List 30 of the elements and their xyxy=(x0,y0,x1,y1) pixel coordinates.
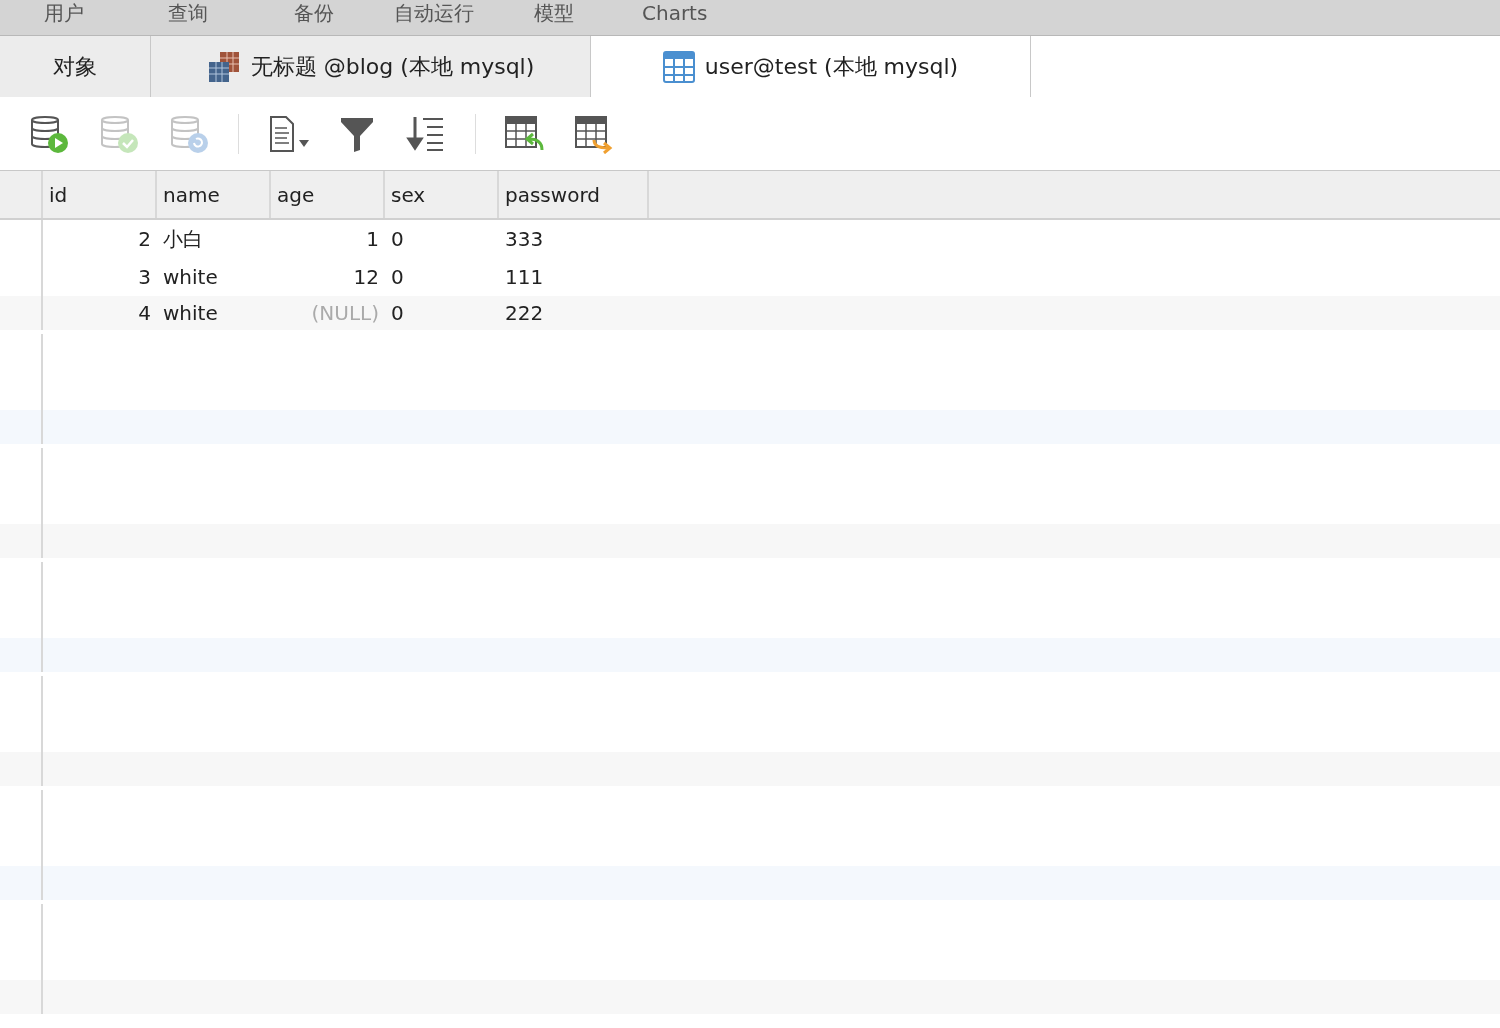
column-header[interactable]: age xyxy=(271,171,385,218)
table-cell-text: (NULL) xyxy=(310,300,380,327)
table-cell-text: 222 xyxy=(504,300,545,327)
menu-item[interactable]: 自动运行 xyxy=(394,0,474,26)
table-cell-text: 0 xyxy=(390,300,405,327)
table-cell-text: 333 xyxy=(504,226,545,253)
table-icon xyxy=(662,50,695,83)
column-header[interactable]: password xyxy=(499,171,649,218)
table-cell-text: 12 xyxy=(352,264,380,291)
tab[interactable]: 对象 xyxy=(0,36,151,97)
table-cell-text: 3 xyxy=(137,264,152,291)
table-cell-text: white xyxy=(162,264,219,291)
table-cell-text: 4 xyxy=(137,300,152,327)
table-cell-text: 0 xyxy=(390,226,405,253)
column-header[interactable]: sex xyxy=(385,171,499,218)
table-cell-text: 0 xyxy=(390,264,405,291)
menu-item[interactable]: 查询 xyxy=(168,0,208,26)
table-cell-text: 小白 xyxy=(162,225,204,253)
table-cell-text: 2 xyxy=(137,226,152,253)
table-cell-text: 111 xyxy=(504,264,545,291)
tables-icon xyxy=(206,49,241,84)
menu-item[interactable]: 备份 xyxy=(294,0,334,26)
menu-item[interactable]: 模型 xyxy=(534,0,574,26)
table-cell-text: 1 xyxy=(365,226,380,253)
menu-item[interactable]: 用户 xyxy=(44,0,84,26)
table-cell-text: white xyxy=(162,300,219,327)
column-header[interactable]: name xyxy=(157,171,271,218)
tab[interactable]: 无标题 @blog (本地 mysql) xyxy=(151,36,591,97)
menu-item[interactable]: Charts xyxy=(642,0,708,26)
column-header[interactable]: id xyxy=(43,171,157,218)
